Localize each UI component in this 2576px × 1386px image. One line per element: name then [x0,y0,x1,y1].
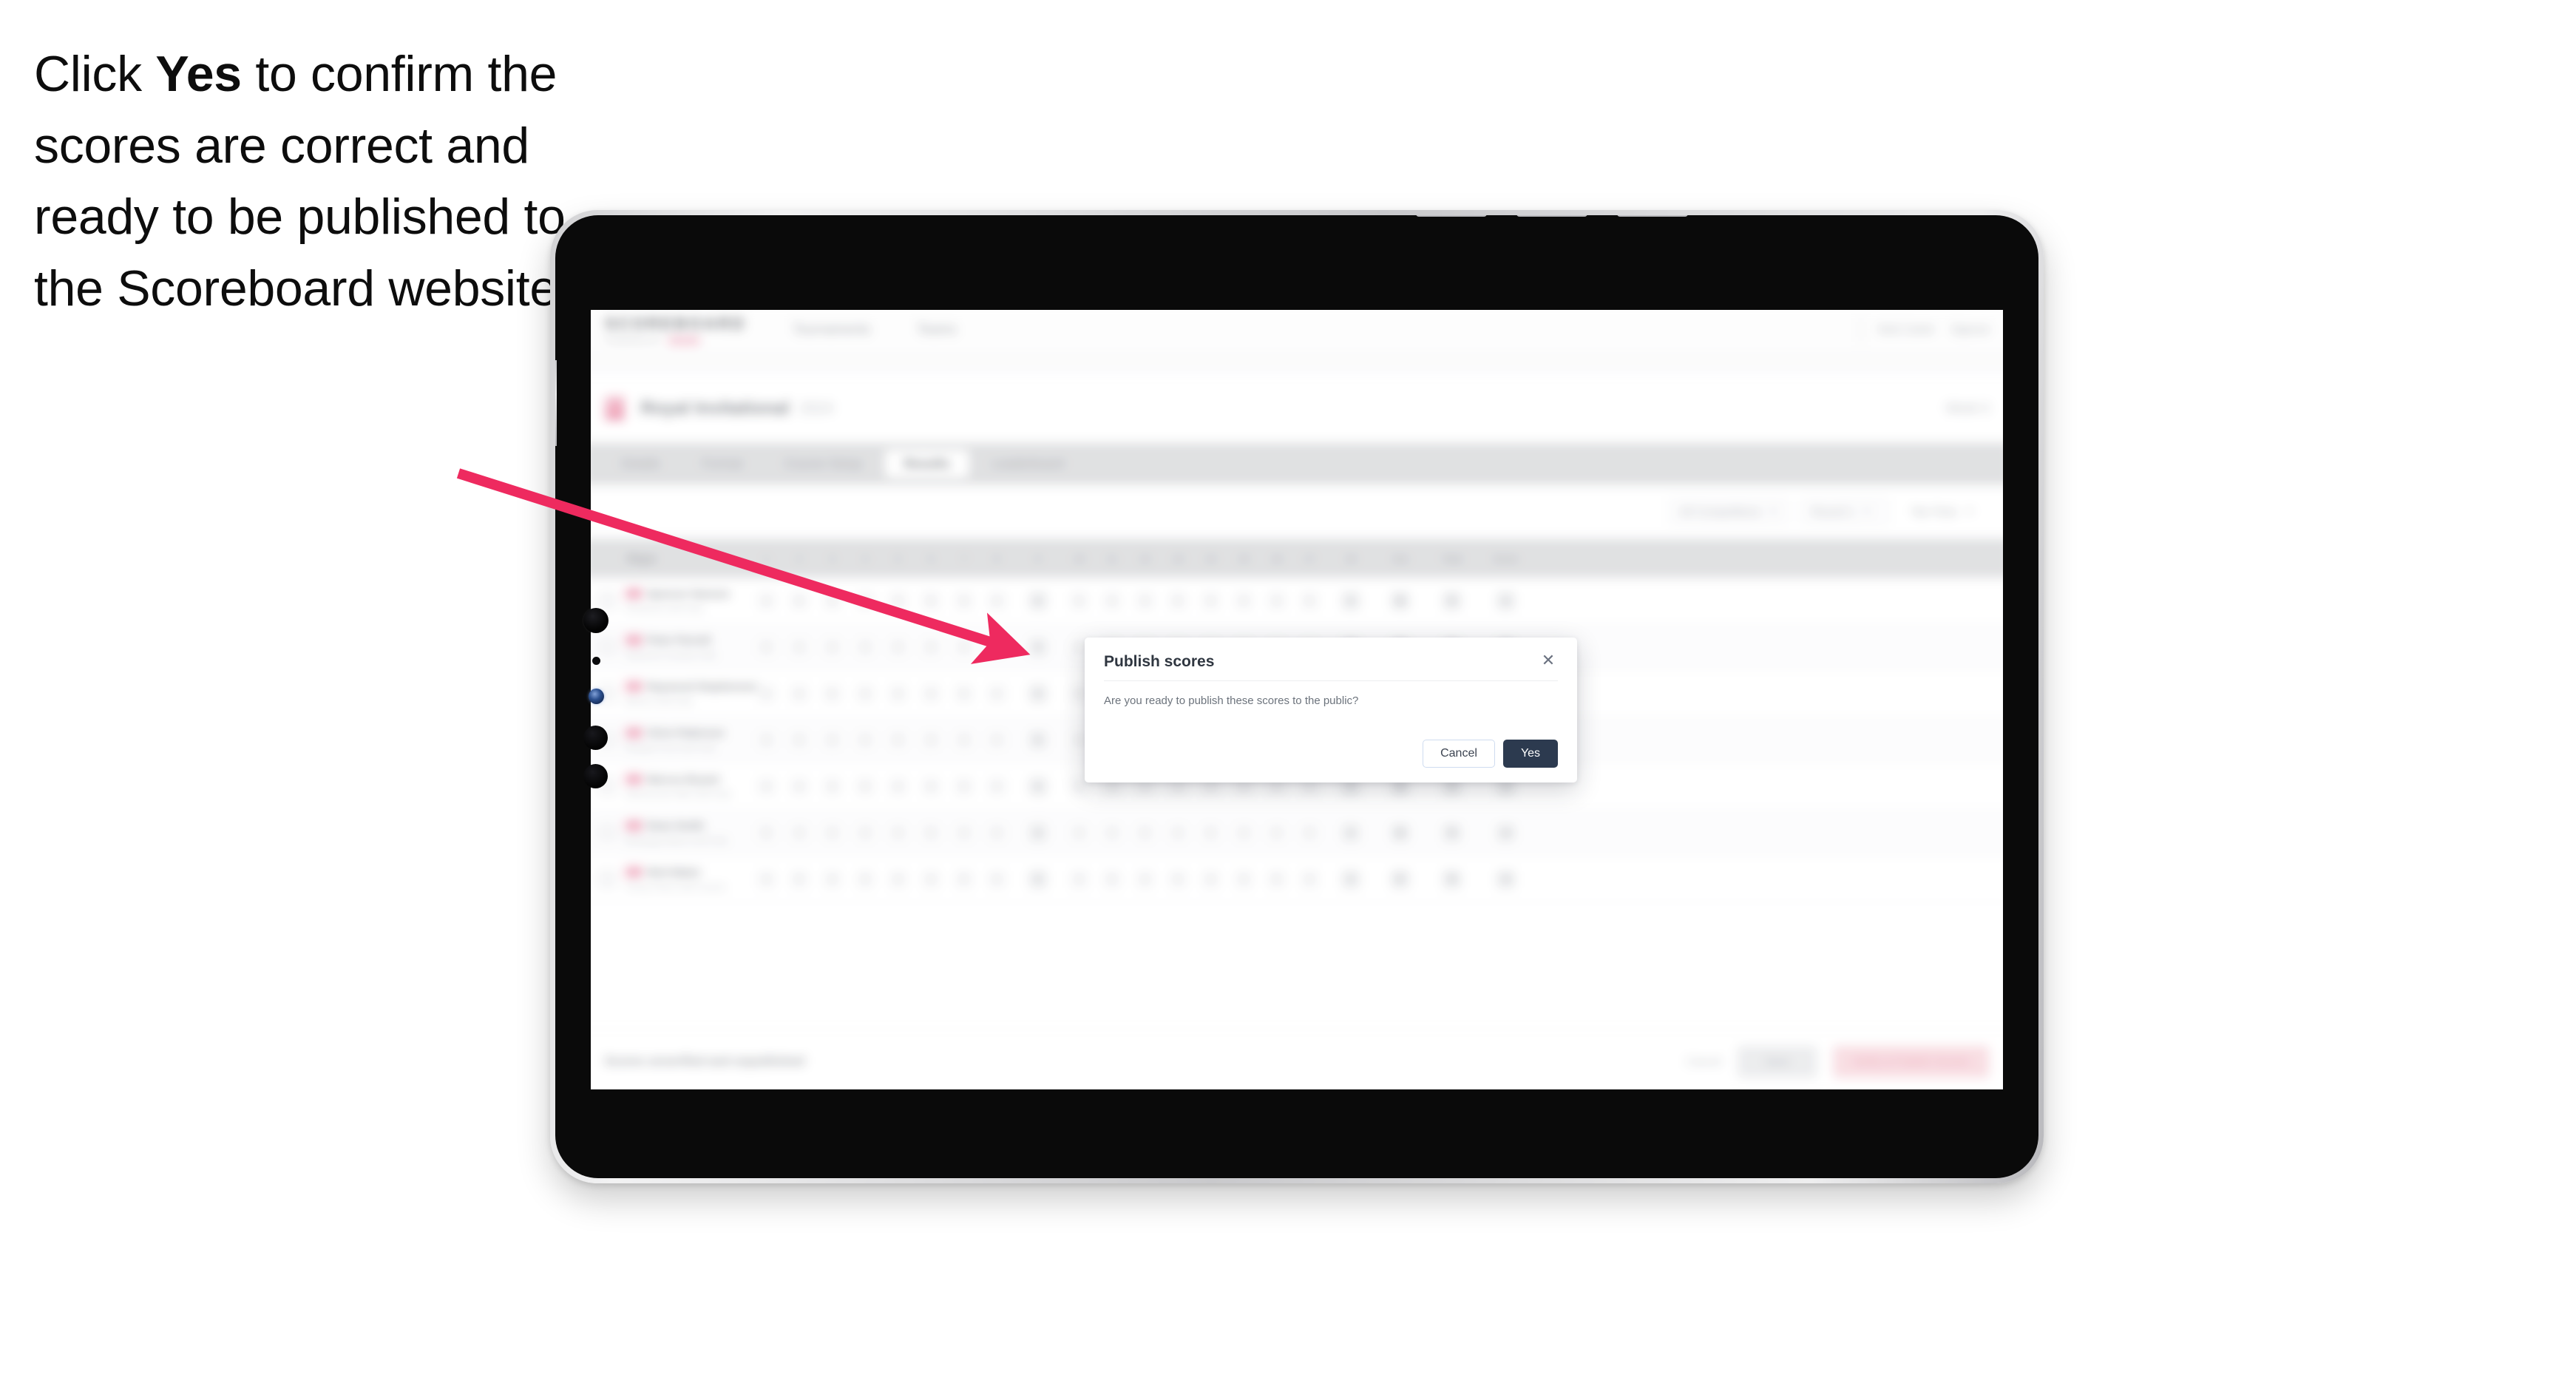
instruction-emphasis: Yes [155,46,242,102]
volume-down-button[interactable] [1617,215,1688,217]
depth-sensor-icon [583,726,608,750]
ambient-sensor-icon [583,764,608,788]
tablet-screen: SCOREBOARD POWERED BY Tournaments Teams … [591,310,2003,1089]
publish-scores-dialog: Publish scores ✕ Are you ready to publis… [1085,638,1577,782]
close-icon[interactable]: ✕ [1539,651,1558,670]
volume-up-button[interactable] [1516,215,1587,217]
tablet-bezel: SCOREBOARD POWERED BY Tournaments Teams … [555,215,2038,1178]
dialog-actions: Cancel Yes [1104,740,1558,768]
instruction-text: Click Yes to confirm the scores are corr… [34,38,581,324]
power-button[interactable] [1416,215,1487,217]
tablet-device: SCOREBOARD POWERED BY Tournaments Teams … [550,210,2044,1183]
side-button[interactable] [555,360,557,446]
front-camera-icon [583,608,609,633]
microphone-icon [592,657,600,665]
dialog-title: Publish scores [1104,653,1215,670]
instruction-before: Click [34,46,156,102]
cancel-button[interactable]: Cancel [1423,740,1495,768]
dialog-header: Publish scores ✕ [1104,651,1558,681]
face-sensor-icon [589,689,604,704]
dialog-message: Are you ready to publish these scores to… [1104,694,1359,707]
yes-button[interactable]: Yes [1503,740,1558,768]
